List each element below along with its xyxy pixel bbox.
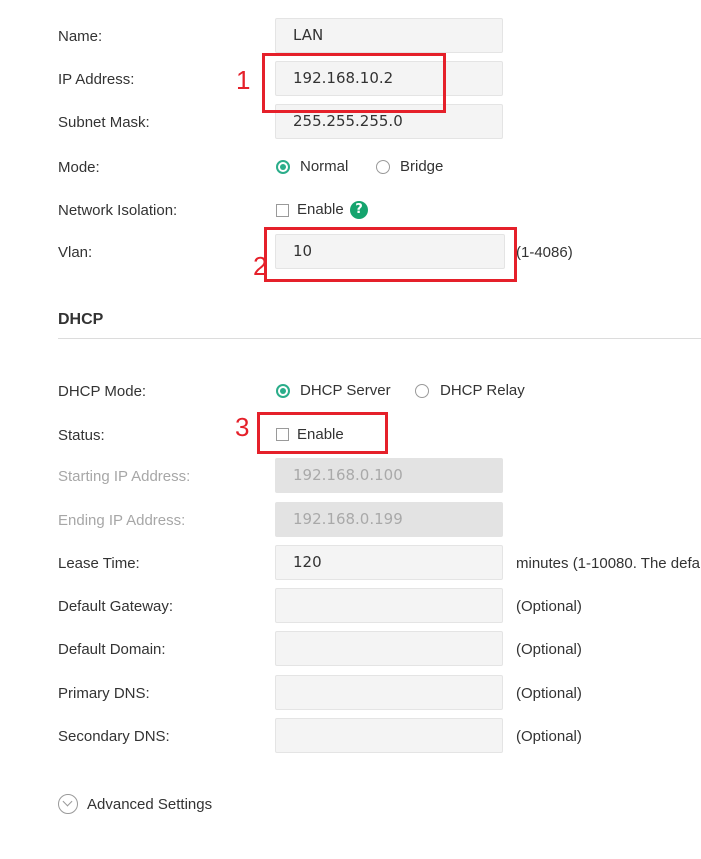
section-divider <box>58 338 701 339</box>
mode-bridge-label[interactable]: Bridge <box>400 158 443 176</box>
primary-dns-hint: (Optional) <box>516 685 582 702</box>
annotation-number-3: 3 <box>235 412 250 442</box>
chevron-down-icon[interactable] <box>58 794 78 814</box>
starting-ip-field: 192.168.0.100 <box>275 458 503 493</box>
annotation-box-1 <box>262 53 446 113</box>
annotation-number-2: 2 <box>253 251 268 281</box>
primary-dns-label: Primary DNS: <box>58 685 150 702</box>
dhcp-server-label[interactable]: DHCP Server <box>300 382 391 400</box>
network-isolation-enable-label[interactable]: Enable <box>297 201 344 219</box>
mode-normal-label[interactable]: Normal <box>300 158 348 176</box>
annotation-box-2 <box>264 227 517 282</box>
annotation-number-1: 1 <box>236 65 251 95</box>
vlan-label: Vlan: <box>58 244 93 261</box>
mode-bridge-radio[interactable] <box>376 160 390 174</box>
ending-ip-label: Ending IP Address: <box>58 512 186 529</box>
lease-time-hint: minutes (1-10080. The defa <box>516 555 701 572</box>
subnet-mask-label: Subnet Mask: <box>58 114 150 131</box>
name-field[interactable]: LAN <box>275 18 503 53</box>
help-icon[interactable]: ? <box>350 201 368 219</box>
dhcp-server-radio[interactable] <box>276 384 290 398</box>
dhcp-section-title: DHCP <box>58 311 104 328</box>
default-domain-field[interactable] <box>275 631 503 666</box>
advanced-settings-toggle[interactable]: Advanced Settings <box>87 796 212 814</box>
mode-label: Mode: <box>58 159 100 176</box>
annotation-box-3 <box>257 412 388 454</box>
lease-time-label: Lease Time: <box>58 555 140 572</box>
dhcp-relay-label[interactable]: DHCP Relay <box>440 382 525 400</box>
secondary-dns-hint: (Optional) <box>516 728 582 745</box>
secondary-dns-label: Secondary DNS: <box>58 728 170 745</box>
lease-time-field[interactable]: 120 <box>275 545 503 580</box>
dhcp-mode-label: DHCP Mode: <box>58 383 147 400</box>
ending-ip-field: 192.168.0.199 <box>275 502 503 537</box>
network-isolation-checkbox[interactable] <box>276 204 289 217</box>
default-gateway-label: Default Gateway: <box>58 598 174 615</box>
secondary-dns-field[interactable] <box>275 718 503 753</box>
default-domain-hint: (Optional) <box>516 641 582 658</box>
dhcp-relay-radio[interactable] <box>415 384 429 398</box>
starting-ip-label: Starting IP Address: <box>58 468 191 485</box>
network-isolation-label: Network Isolation: <box>58 202 178 219</box>
primary-dns-field[interactable] <box>275 675 503 710</box>
ip-address-label: IP Address: <box>58 71 135 88</box>
default-gateway-hint: (Optional) <box>516 598 582 615</box>
mode-normal-radio[interactable] <box>276 160 290 174</box>
default-gateway-field[interactable] <box>275 588 503 623</box>
status-label: Status: <box>58 427 105 444</box>
default-domain-label: Default Domain: <box>58 641 166 658</box>
name-label: Name: <box>58 28 103 45</box>
vlan-range-hint: (1-4086) <box>516 244 573 261</box>
